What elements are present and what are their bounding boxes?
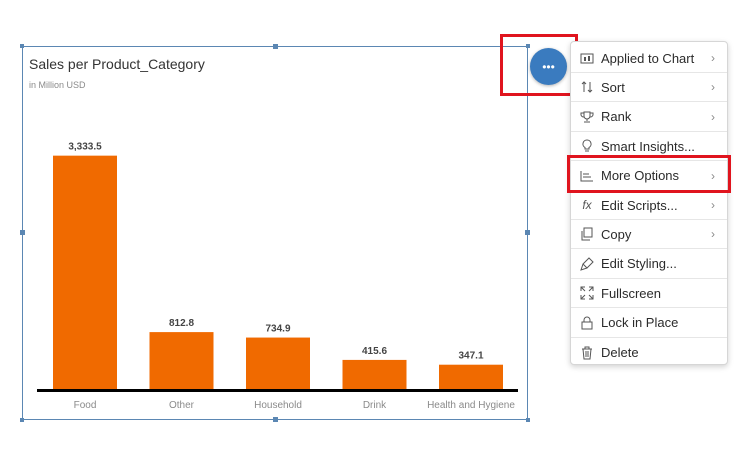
menu-item-label: Edit Styling... <box>601 256 677 272</box>
x-tick-label: Other <box>169 400 195 411</box>
chevron-right-icon: › <box>711 198 715 212</box>
highlight-more-options <box>567 155 731 193</box>
highlight-more-button <box>500 34 578 96</box>
lock-icon <box>579 315 595 331</box>
bar-health-and-hygiene[interactable] <box>439 364 503 389</box>
fullscreen-icon <box>579 285 595 301</box>
trash-icon <box>579 345 595 361</box>
data-label: 812.8 <box>169 318 194 329</box>
data-label: 3,333.5 <box>68 142 102 153</box>
x-tick-label: Household <box>254 400 302 411</box>
menu-item-label: Copy <box>601 226 632 242</box>
lightbulb-icon <box>579 138 595 154</box>
menu-item-applied-to-chart[interactable]: Applied to Chart › <box>571 44 727 73</box>
x-tick-label: Drink <box>363 400 387 411</box>
data-label: 415.6 <box>362 346 387 357</box>
bar-chart: 3,333.5 Food 812.8 Other 734.9 Household 415.6… <box>37 142 518 411</box>
x-tick-label: Health and Hygiene <box>427 400 515 411</box>
menu-item-label: Rank <box>601 109 632 125</box>
paint-brush-icon <box>579 256 595 272</box>
menu-item-delete[interactable]: Delete <box>571 338 727 367</box>
menu-item-label: Lock in Place <box>601 315 679 331</box>
menu-item-sort[interactable]: Sort › <box>571 73 727 103</box>
menu-item-label: Fullscreen <box>601 285 661 301</box>
bar-other[interactable] <box>149 332 214 389</box>
bar-drink[interactable] <box>342 359 407 389</box>
bar-food[interactable] <box>53 155 117 389</box>
data-label: 347.1 <box>458 351 483 362</box>
chart-widget[interactable]: Sales per Product_Category in Million US… <box>20 44 530 422</box>
context-menu: Applied to Chart › Sort › Rank › Smart Insight… <box>570 41 728 365</box>
trophy-icon <box>579 109 595 125</box>
chevron-right-icon: › <box>711 51 715 65</box>
menu-item-edit-styling[interactable]: Edit Styling... <box>571 250 727 279</box>
menu-item-rank[interactable]: Rank › <box>571 103 727 132</box>
chevron-right-icon: › <box>711 227 715 242</box>
menu-item-label: Edit Scripts... <box>601 197 678 213</box>
sort-icon <box>579 79 595 95</box>
menu-item-lock-in-place[interactable]: Lock in Place <box>571 309 727 338</box>
menu-item-edit-scripts[interactable]: fx Edit Scripts... › <box>571 191 727 220</box>
chevron-right-icon: › <box>711 109 715 124</box>
menu-item-label: Sort <box>601 79 625 95</box>
bar-household[interactable] <box>246 337 310 389</box>
menu-item-label: Smart Insights... <box>601 138 695 154</box>
menu-item-copy[interactable]: Copy › <box>571 220 727 250</box>
chevron-right-icon: › <box>711 80 715 95</box>
data-label: 734.9 <box>265 324 290 335</box>
menu-item-label: Delete <box>601 345 639 360</box>
copy-icon <box>579 226 595 242</box>
chart-filter-icon <box>579 50 595 66</box>
x-tick-label: Food <box>74 400 97 411</box>
menu-item-fullscreen[interactable]: Fullscreen <box>571 279 727 309</box>
fx-icon: fx <box>582 198 592 212</box>
menu-item-label: Applied to Chart <box>601 50 695 66</box>
